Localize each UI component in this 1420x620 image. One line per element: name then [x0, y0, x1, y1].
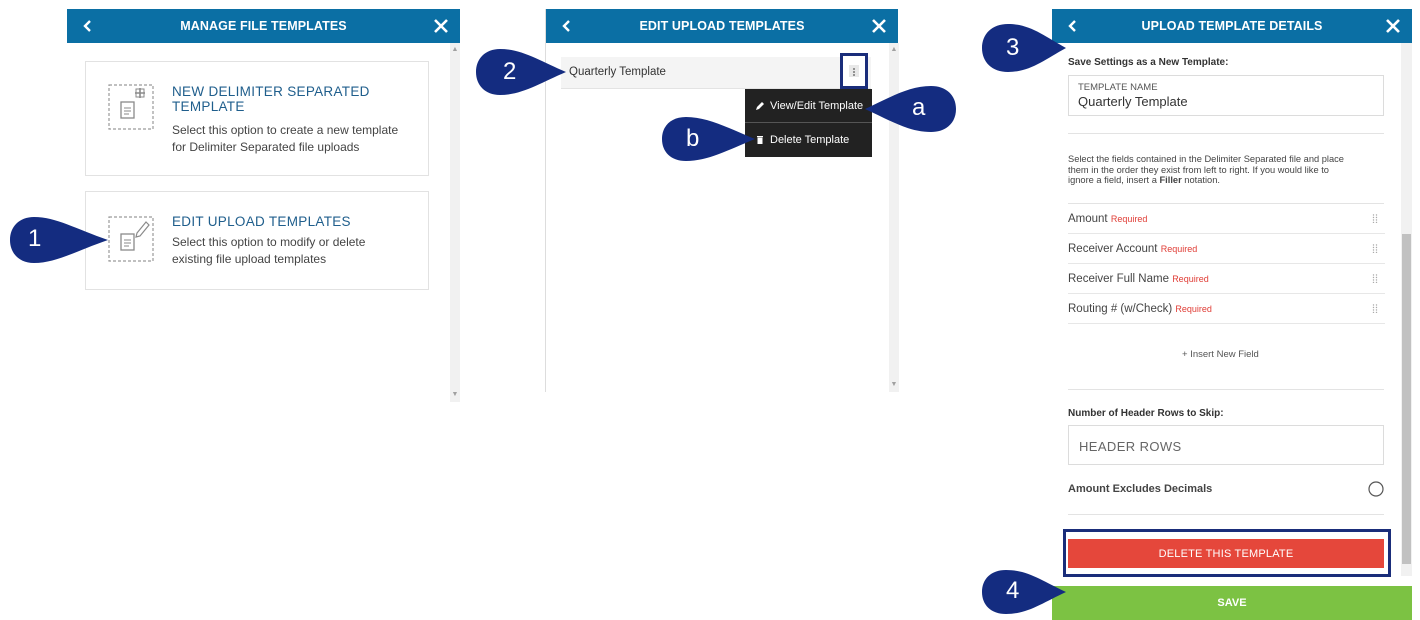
template-name-value: Quarterly Template — [1078, 94, 1188, 109]
card-description: Select this option to modify or delete e… — [172, 235, 366, 266]
header-rows-placeholder: HEADER ROWS — [1079, 439, 1182, 454]
field-name: Routing # (w/Check) Required — [1068, 303, 1212, 315]
divider — [1068, 133, 1384, 134]
close-icon[interactable] — [1384, 17, 1402, 35]
required-tag: Required — [1172, 274, 1209, 284]
drag-handle-icon[interactable] — [1372, 244, 1378, 253]
callout-marker-b: b — [660, 116, 755, 162]
required-tag: Required — [1160, 244, 1198, 254]
drag-handle-icon[interactable] — [1372, 304, 1378, 313]
delete-template-menu-item[interactable]: Delete Template — [745, 123, 872, 157]
callout-marker-1: 1 — [8, 215, 108, 265]
template-actions-button[interactable] — [840, 53, 868, 89]
panel-title: UPLOAD TEMPLATE DETAILS — [1141, 19, 1323, 33]
drag-handle-icon[interactable] — [1372, 274, 1378, 283]
field-row-receiver-full-name[interactable]: Receiver Full Name Required — [1068, 264, 1385, 294]
close-icon[interactable] — [870, 17, 888, 35]
field-row-routing[interactable]: Routing # (w/Check) Required — [1068, 294, 1385, 324]
amount-excludes-decimals-radio[interactable] — [1368, 481, 1384, 497]
panel-header: UPLOAD TEMPLATE DETAILS — [1052, 9, 1412, 43]
card-description: Select this option to create a new templ… — [172, 123, 399, 154]
field-list: Amount Required Receiver Account Require… — [1060, 204, 1393, 329]
save-settings-label: Save Settings as a New Template: — [1068, 57, 1229, 68]
new-delimiter-template-card[interactable]: NEW DELIMITER SEPARATED TEMPLATE Select … — [85, 61, 429, 176]
panel-title: MANAGE FILE TEMPLATES — [180, 19, 347, 33]
menu-item-label: Delete Template — [770, 134, 850, 146]
pencil-icon — [756, 102, 764, 110]
required-tag: Required — [1175, 304, 1212, 314]
file-add-icon — [108, 84, 154, 130]
close-icon[interactable] — [432, 17, 450, 35]
scroll-up-icon[interactable]: ▲ — [450, 45, 460, 55]
more-vertical-icon — [849, 65, 859, 77]
callout-marker-a: a — [865, 85, 957, 133]
scrollbar-thumb[interactable] — [1402, 234, 1411, 564]
callout-letter: a — [912, 94, 926, 121]
callout-marker-3: 3 — [980, 22, 1066, 74]
view-edit-template-menu-item[interactable]: View/Edit Template — [745, 89, 872, 123]
panel-header: EDIT UPLOAD TEMPLATES — [546, 9, 898, 43]
field-name: Receiver Account Required — [1068, 243, 1198, 255]
required-tag: Required — [1110, 214, 1148, 224]
template-name: Quarterly Template — [569, 66, 666, 78]
edit-upload-templates-panel: EDIT UPLOAD TEMPLATES ▲ ▼ Quarterly Temp… — [545, 9, 899, 392]
scroll-down-icon[interactable]: ▼ — [889, 380, 899, 390]
callout-marker-2: 2 — [474, 47, 566, 97]
template-actions-menu: View/Edit Template Delete Template — [745, 89, 872, 157]
scrollbar[interactable] — [450, 43, 460, 402]
callout-letter: b — [686, 125, 700, 152]
callout-number: 3 — [1006, 34, 1020, 61]
menu-item-label: View/Edit Template — [770, 100, 864, 112]
edit-upload-templates-card[interactable]: EDIT UPLOAD TEMPLATES Select this option… — [85, 191, 429, 290]
callout-number: 2 — [503, 58, 517, 85]
delete-this-template-button[interactable]: DELETE THIS TEMPLATE — [1068, 539, 1384, 568]
back-chevron-icon[interactable] — [1064, 17, 1082, 35]
divider — [1068, 389, 1384, 390]
file-edit-icon — [108, 216, 154, 262]
template-name-field[interactable]: TEMPLATE NAME Quarterly Template — [1068, 75, 1384, 116]
field-row-amount[interactable]: Amount Required — [1068, 204, 1385, 234]
panel-title: EDIT UPLOAD TEMPLATES — [639, 19, 805, 33]
callout-number: 4 — [1006, 577, 1020, 604]
scroll-up-icon[interactable]: ▲ — [889, 45, 899, 55]
fields-instructions: Select the fields contained in the Delim… — [1068, 154, 1344, 185]
trash-icon — [757, 136, 763, 144]
panel-header: MANAGE FILE TEMPLATES — [67, 9, 460, 43]
insert-new-field-button[interactable]: + Insert New Field — [1182, 349, 1259, 360]
card-title: NEW DELIMITER SEPARATED TEMPLATE — [172, 84, 370, 114]
upload-template-details-panel: UPLOAD TEMPLATE DETAILS Save Settings as… — [1052, 9, 1412, 620]
header-rows-label: Number of Header Rows to Skip: — [1068, 408, 1224, 419]
template-list-item[interactable]: Quarterly Template — [561, 57, 871, 89]
manage-file-templates-panel: MANAGE FILE TEMPLATES ▲ ▼ NEW DELIMITER … — [67, 9, 460, 402]
callout-number: 1 — [28, 225, 42, 252]
card-title: EDIT UPLOAD TEMPLATES — [172, 214, 351, 229]
header-rows-input[interactable]: HEADER ROWS — [1068, 425, 1384, 465]
field-row-receiver-account[interactable]: Receiver Account Required — [1068, 234, 1385, 264]
divider — [1068, 514, 1384, 515]
scroll-down-icon[interactable]: ▼ — [450, 390, 460, 400]
callout-marker-4: 4 — [980, 569, 1066, 615]
amount-excludes-decimals-label: Amount Excludes Decimals — [1068, 483, 1213, 495]
field-name: Receiver Full Name Required — [1068, 273, 1209, 285]
back-chevron-icon[interactable] — [79, 17, 97, 35]
drag-handle-icon[interactable] — [1372, 214, 1378, 223]
template-name-label: TEMPLATE NAME — [1078, 82, 1158, 93]
field-name: Amount Required — [1068, 213, 1148, 225]
back-chevron-icon[interactable] — [558, 17, 576, 35]
